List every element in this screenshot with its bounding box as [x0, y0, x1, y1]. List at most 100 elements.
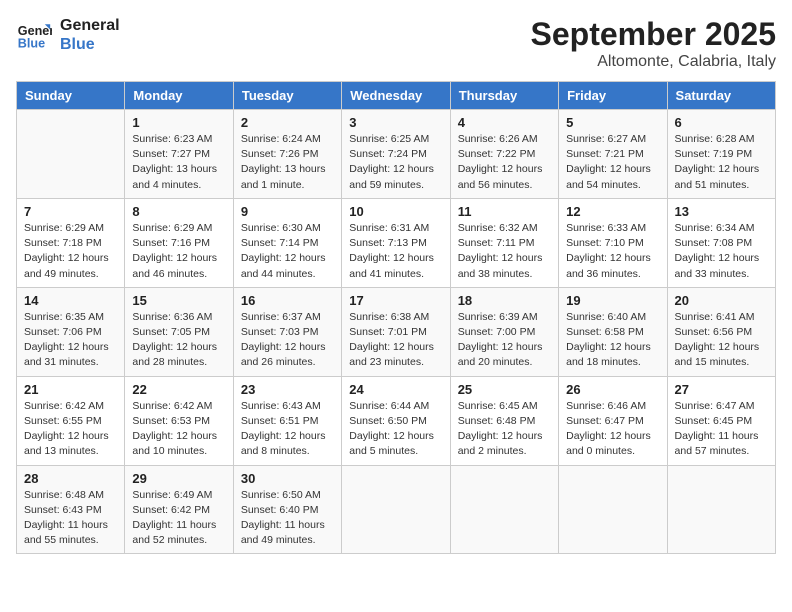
calendar-cell: 3 Sunrise: 6:25 AM Sunset: 7:24 PM Daylig…: [342, 110, 450, 199]
calendar-cell: [559, 465, 667, 554]
cell-info: Sunrise: 6:37 AM Sunset: 7:03 PM Dayligh…: [241, 310, 334, 371]
calendar-cell: 23 Sunrise: 6:43 AM Sunset: 6:51 PM Dayli…: [233, 376, 341, 465]
day-number: 28: [24, 471, 117, 486]
day-number: 1: [132, 115, 225, 130]
calendar-week-1: 1 Sunrise: 6:23 AM Sunset: 7:27 PM Daylig…: [17, 110, 776, 199]
calendar-week-2: 7 Sunrise: 6:29 AM Sunset: 7:18 PM Daylig…: [17, 198, 776, 287]
day-number: 10: [349, 204, 442, 219]
calendar-cell: 7 Sunrise: 6:29 AM Sunset: 7:18 PM Daylig…: [17, 198, 125, 287]
calendar-cell: [667, 465, 775, 554]
title-block: September 2025 Altomonte, Calabria, Ital…: [531, 16, 776, 71]
calendar-cell: 2 Sunrise: 6:24 AM Sunset: 7:26 PM Daylig…: [233, 110, 341, 199]
logo: General Blue General Blue: [16, 16, 120, 54]
calendar-cell: 15 Sunrise: 6:36 AM Sunset: 7:05 PM Dayli…: [125, 287, 233, 376]
calendar-cell: 14 Sunrise: 6:35 AM Sunset: 7:06 PM Dayli…: [17, 287, 125, 376]
logo-icon: General Blue: [16, 17, 52, 53]
day-header-wednesday: Wednesday: [342, 82, 450, 110]
cell-info: Sunrise: 6:25 AM Sunset: 7:24 PM Dayligh…: [349, 132, 442, 193]
calendar-cell: 26 Sunrise: 6:46 AM Sunset: 6:47 PM Dayli…: [559, 376, 667, 465]
day-number: 24: [349, 382, 442, 397]
calendar-cell: 8Sunrise: 6:29 AM Sunset: 7:16 PM Daylig…: [125, 198, 233, 287]
day-number: 7: [24, 204, 117, 219]
calendar-table: SundayMondayTuesdayWednesdayThursdayFrid…: [16, 81, 776, 554]
day-number: 9: [241, 204, 334, 219]
day-header-tuesday: Tuesday: [233, 82, 341, 110]
cell-info: Sunrise: 6:43 AM Sunset: 6:51 PM Dayligh…: [241, 399, 334, 460]
day-header-sunday: Sunday: [17, 82, 125, 110]
calendar-cell: 21 Sunrise: 6:42 AM Sunset: 6:55 PM Dayli…: [17, 376, 125, 465]
cell-info: Sunrise: 6:42 AM Sunset: 6:55 PM Dayligh…: [24, 399, 117, 460]
day-number: 19: [566, 293, 659, 308]
day-number: 20: [675, 293, 768, 308]
day-number: 30: [241, 471, 334, 486]
cell-info: Sunrise: 6:29 AM Sunset: 7:18 PM Dayligh…: [24, 221, 117, 282]
day-number: 3: [349, 115, 442, 130]
day-number: 26: [566, 382, 659, 397]
calendar-cell: 20 Sunrise: 6:41 AM Sunset: 6:56 PM Dayli…: [667, 287, 775, 376]
calendar-cell: 27 Sunrise: 6:47 AM Sunset: 6:45 PM Dayli…: [667, 376, 775, 465]
cell-info: Sunrise: 6:45 AM Sunset: 6:48 PM Dayligh…: [458, 399, 551, 460]
day-number: 21: [24, 382, 117, 397]
day-number: 25: [458, 382, 551, 397]
cell-info: Sunrise: 6:50 AM Sunset: 6:40 PM Dayligh…: [241, 488, 334, 549]
svg-text:Blue: Blue: [18, 37, 45, 51]
calendar-cell: 30 Sunrise: 6:50 AM Sunset: 6:40 PM Dayli…: [233, 465, 341, 554]
calendar-cell: 4 Sunrise: 6:26 AM Sunset: 7:22 PM Daylig…: [450, 110, 558, 199]
day-number: 29: [132, 471, 225, 486]
calendar-week-5: 28 Sunrise: 6:48 AM Sunset: 6:43 PM Dayli…: [17, 465, 776, 554]
calendar-cell: 17 Sunrise: 6:38 AM Sunset: 7:01 PM Dayli…: [342, 287, 450, 376]
calendar-cell: 16 Sunrise: 6:37 AM Sunset: 7:03 PM Dayli…: [233, 287, 341, 376]
cell-info: Sunrise: 6:24 AM Sunset: 7:26 PM Dayligh…: [241, 132, 334, 193]
calendar-cell: 19Sunrise: 6:40 AM Sunset: 6:58 PM Dayli…: [559, 287, 667, 376]
day-number: 6: [675, 115, 768, 130]
cell-info: Sunrise: 6:36 AM Sunset: 7:05 PM Dayligh…: [132, 310, 225, 371]
calendar-cell: 6Sunrise: 6:28 AM Sunset: 7:19 PM Daylig…: [667, 110, 775, 199]
day-number: 15: [132, 293, 225, 308]
calendar-cell: 18 Sunrise: 6:39 AM Sunset: 7:00 PM Dayli…: [450, 287, 558, 376]
day-number: 5: [566, 115, 659, 130]
day-number: 14: [24, 293, 117, 308]
calendar-cell: 22Sunrise: 6:42 AM Sunset: 6:53 PM Dayli…: [125, 376, 233, 465]
calendar-cell: 12 Sunrise: 6:33 AM Sunset: 7:10 PM Dayli…: [559, 198, 667, 287]
page-header: General Blue General Blue September 2025…: [16, 16, 776, 71]
cell-info: Sunrise: 6:29 AM Sunset: 7:16 PM Dayligh…: [132, 221, 225, 282]
day-number: 17: [349, 293, 442, 308]
day-number: 18: [458, 293, 551, 308]
calendar-header-row: SundayMondayTuesdayWednesdayThursdayFrid…: [17, 82, 776, 110]
day-number: 2: [241, 115, 334, 130]
calendar-cell: 13Sunrise: 6:34 AM Sunset: 7:08 PM Dayli…: [667, 198, 775, 287]
day-number: 4: [458, 115, 551, 130]
calendar-body: 1 Sunrise: 6:23 AM Sunset: 7:27 PM Daylig…: [17, 110, 776, 554]
day-header-thursday: Thursday: [450, 82, 558, 110]
calendar-week-3: 14 Sunrise: 6:35 AM Sunset: 7:06 PM Dayli…: [17, 287, 776, 376]
cell-info: Sunrise: 6:39 AM Sunset: 7:00 PM Dayligh…: [458, 310, 551, 371]
calendar-week-4: 21 Sunrise: 6:42 AM Sunset: 6:55 PM Dayli…: [17, 376, 776, 465]
month-title: September 2025: [531, 16, 776, 53]
cell-info: Sunrise: 6:41 AM Sunset: 6:56 PM Dayligh…: [675, 310, 768, 371]
cell-info: Sunrise: 6:47 AM Sunset: 6:45 PM Dayligh…: [675, 399, 768, 460]
cell-info: Sunrise: 6:27 AM Sunset: 7:21 PM Dayligh…: [566, 132, 659, 193]
calendar-cell: [450, 465, 558, 554]
day-number: 13: [675, 204, 768, 219]
cell-info: Sunrise: 6:48 AM Sunset: 6:43 PM Dayligh…: [24, 488, 117, 549]
logo-general: General: [60, 16, 120, 35]
cell-info: Sunrise: 6:33 AM Sunset: 7:10 PM Dayligh…: [566, 221, 659, 282]
day-number: 16: [241, 293, 334, 308]
cell-info: Sunrise: 6:23 AM Sunset: 7:27 PM Dayligh…: [132, 132, 225, 193]
calendar-cell: 11Sunrise: 6:32 AM Sunset: 7:11 PM Dayli…: [450, 198, 558, 287]
day-number: 12: [566, 204, 659, 219]
cell-info: Sunrise: 6:26 AM Sunset: 7:22 PM Dayligh…: [458, 132, 551, 193]
calendar-cell: 28 Sunrise: 6:48 AM Sunset: 6:43 PM Dayli…: [17, 465, 125, 554]
cell-info: Sunrise: 6:35 AM Sunset: 7:06 PM Dayligh…: [24, 310, 117, 371]
cell-info: Sunrise: 6:38 AM Sunset: 7:01 PM Dayligh…: [349, 310, 442, 371]
day-number: 23: [241, 382, 334, 397]
cell-info: Sunrise: 6:42 AM Sunset: 6:53 PM Dayligh…: [132, 399, 225, 460]
cell-info: Sunrise: 6:46 AM Sunset: 6:47 PM Dayligh…: [566, 399, 659, 460]
cell-info: Sunrise: 6:30 AM Sunset: 7:14 PM Dayligh…: [241, 221, 334, 282]
day-header-monday: Monday: [125, 82, 233, 110]
location: Altomonte, Calabria, Italy: [531, 53, 776, 71]
cell-info: Sunrise: 6:49 AM Sunset: 6:42 PM Dayligh…: [132, 488, 225, 549]
day-number: 27: [675, 382, 768, 397]
day-header-saturday: Saturday: [667, 82, 775, 110]
logo-blue: Blue: [60, 35, 120, 54]
